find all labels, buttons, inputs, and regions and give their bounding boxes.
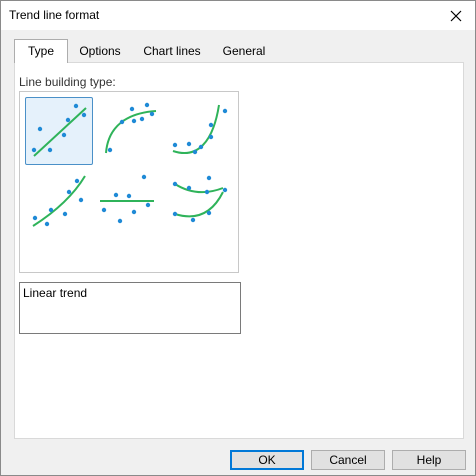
trend-type-logarithmic[interactable]	[96, 97, 162, 163]
exponential-trend-icon	[172, 104, 228, 155]
trend-type-polynomial[interactable]	[167, 168, 233, 234]
dialog-title: Trend line format	[9, 8, 100, 22]
power-trend-icon	[32, 175, 86, 227]
polynomial-trend-icon	[172, 175, 228, 223]
title-bar: Trend line format	[1, 1, 475, 30]
help-button[interactable]: Help	[392, 450, 466, 470]
trend-type-exponential[interactable]	[167, 97, 233, 163]
moving-average-trend-icon	[100, 174, 154, 224]
close-button[interactable]	[443, 5, 469, 27]
tab-type[interactable]: Type	[14, 39, 68, 63]
line-building-type-label: Line building type:	[19, 75, 116, 89]
trend-description-box: Linear trend	[19, 282, 241, 334]
tab-chart-lines[interactable]: Chart lines	[140, 40, 204, 62]
linear-trend-icon	[31, 103, 87, 157]
tab-general[interactable]: General	[218, 40, 270, 62]
line-type-gallery	[19, 91, 239, 273]
trend-type-moving-average[interactable]	[96, 168, 162, 234]
logarithmic-trend-icon	[105, 102, 157, 154]
trend-type-power[interactable]	[25, 168, 91, 234]
trend-line-format-dialog: Trend line format Type Options Chart lin…	[0, 0, 476, 476]
close-icon	[450, 10, 462, 22]
ok-button[interactable]: OK	[230, 450, 304, 470]
tab-options[interactable]: Options	[74, 40, 126, 62]
cancel-button[interactable]: Cancel	[311, 450, 385, 470]
trend-type-linear[interactable]	[25, 97, 93, 165]
trend-description: Linear trend	[23, 286, 88, 300]
